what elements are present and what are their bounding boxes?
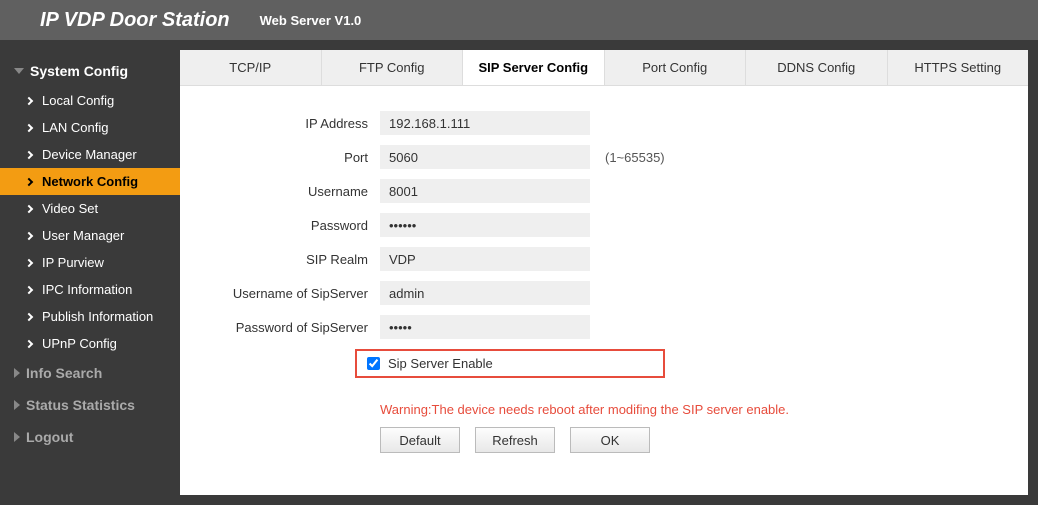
tab-label: TCP/IP [229,60,271,75]
chevron-right-icon [25,312,33,320]
default-button[interactable]: Default [380,427,460,453]
main-panel: TCP/IP FTP Config SIP Server Config Port… [180,50,1028,495]
checkbox-sip-enable[interactable] [367,357,380,370]
input-sip-realm[interactable] [380,247,590,271]
row-port: Port (1~65535) [180,145,1028,169]
chevron-right-icon [25,339,33,347]
sidebar-item-local-config[interactable]: Local Config [0,87,180,114]
row-sipserver-pass: Password of SipServer [180,315,1028,339]
section-label: Info Search [26,365,102,381]
label-sipserver-pass: Password of SipServer [180,320,380,335]
sidebar-item-label: Publish Information [42,309,153,324]
row-ip-address: IP Address [180,111,1028,135]
chevron-right-icon [25,258,33,266]
sidebar-item-lan-config[interactable]: LAN Config [0,114,180,141]
tab-label: Port Config [642,60,707,75]
label-username: Username [180,184,380,199]
sidebar-item-label: IP Purview [42,255,104,270]
sidebar-item-ipc-information[interactable]: IPC Information [0,276,180,303]
chevron-right-icon [25,204,33,212]
sidebar-section-system-config[interactable]: System Config [0,55,180,87]
tab-ddns-config[interactable]: DDNS Config [746,50,888,85]
chevron-right-icon [25,123,33,131]
sidebar-item-label: Local Config [42,93,114,108]
row-sip-realm: SIP Realm [180,247,1028,271]
section-label: System Config [30,63,128,79]
label-password: Password [180,218,380,233]
sidebar-item-user-manager[interactable]: User Manager [0,222,180,249]
container: System Config Local Config LAN Config De… [0,40,1038,505]
row-username: Username [180,179,1028,203]
sidebar-item-ip-purview[interactable]: IP Purview [0,249,180,276]
form-area: IP Address Port (1~65535) Username Passw… [180,86,1028,453]
sidebar-section-logout[interactable]: Logout [0,421,180,453]
chevron-right-icon [25,177,33,185]
tab-https-setting[interactable]: HTTPS Setting [888,50,1029,85]
sidebar-item-label: Network Config [42,174,138,189]
chevron-right-icon [14,400,20,410]
chevron-right-icon [25,96,33,104]
sidebar-item-label: Video Set [42,201,98,216]
section-label: Status Statistics [26,397,135,413]
chevron-down-icon [14,68,24,74]
input-port[interactable] [380,145,590,169]
label-ip-address: IP Address [180,116,380,131]
row-sip-enable: Sip Server Enable [355,349,665,378]
tab-label: HTTPS Setting [914,60,1001,75]
input-ip-address[interactable] [380,111,590,135]
sidebar-item-video-set[interactable]: Video Set [0,195,180,222]
tab-tcpip[interactable]: TCP/IP [180,50,322,85]
header: IP VDP Door Station Web Server V1.0 [0,0,1038,40]
sidebar-item-upnp-config[interactable]: UPnP Config [0,330,180,357]
refresh-button[interactable]: Refresh [475,427,555,453]
chevron-right-icon [25,231,33,239]
section-label: Logout [26,429,73,445]
button-row: Default Refresh OK [380,427,1028,453]
sidebar-item-label: IPC Information [42,282,132,297]
row-sipserver-user: Username of SipServer [180,281,1028,305]
row-password: Password [180,213,1028,237]
sidebar-item-device-manager[interactable]: Device Manager [0,141,180,168]
tab-bar: TCP/IP FTP Config SIP Server Config Port… [180,50,1028,86]
sidebar-item-label: LAN Config [42,120,108,135]
label-sip-realm: SIP Realm [180,252,380,267]
label-sip-enable: Sip Server Enable [388,356,493,371]
sidebar-item-publish-information[interactable]: Publish Information [0,303,180,330]
input-sipserver-user[interactable] [380,281,590,305]
label-port: Port [180,150,380,165]
app-subtitle: Web Server V1.0 [260,13,362,28]
tab-ftp-config[interactable]: FTP Config [322,50,464,85]
hint-port: (1~65535) [605,150,665,165]
chevron-right-icon [14,368,20,378]
app-title: IP VDP Door Station [40,9,230,32]
sidebar-section-info-search[interactable]: Info Search [0,357,180,389]
sidebar-item-label: Device Manager [42,147,137,162]
tab-label: FTP Config [359,60,425,75]
ok-button[interactable]: OK [570,427,650,453]
sidebar-section-status-statistics[interactable]: Status Statistics [0,389,180,421]
tab-sip-server-config[interactable]: SIP Server Config [463,50,605,85]
warning-text: Warning:The device needs reboot after mo… [380,402,1028,417]
tab-label: DDNS Config [777,60,855,75]
chevron-right-icon [25,285,33,293]
input-username[interactable] [380,179,590,203]
input-sipserver-pass[interactable] [380,315,590,339]
input-password[interactable] [380,213,590,237]
tab-port-config[interactable]: Port Config [605,50,747,85]
sidebar-item-label: UPnP Config [42,336,117,351]
chevron-right-icon [14,432,20,442]
chevron-right-icon [25,150,33,158]
sidebar-item-network-config[interactable]: Network Config [0,168,180,195]
label-sipserver-user: Username of SipServer [180,286,380,301]
tab-label: SIP Server Config [478,60,588,75]
sidebar-item-label: User Manager [42,228,124,243]
sidebar: System Config Local Config LAN Config De… [0,50,180,495]
